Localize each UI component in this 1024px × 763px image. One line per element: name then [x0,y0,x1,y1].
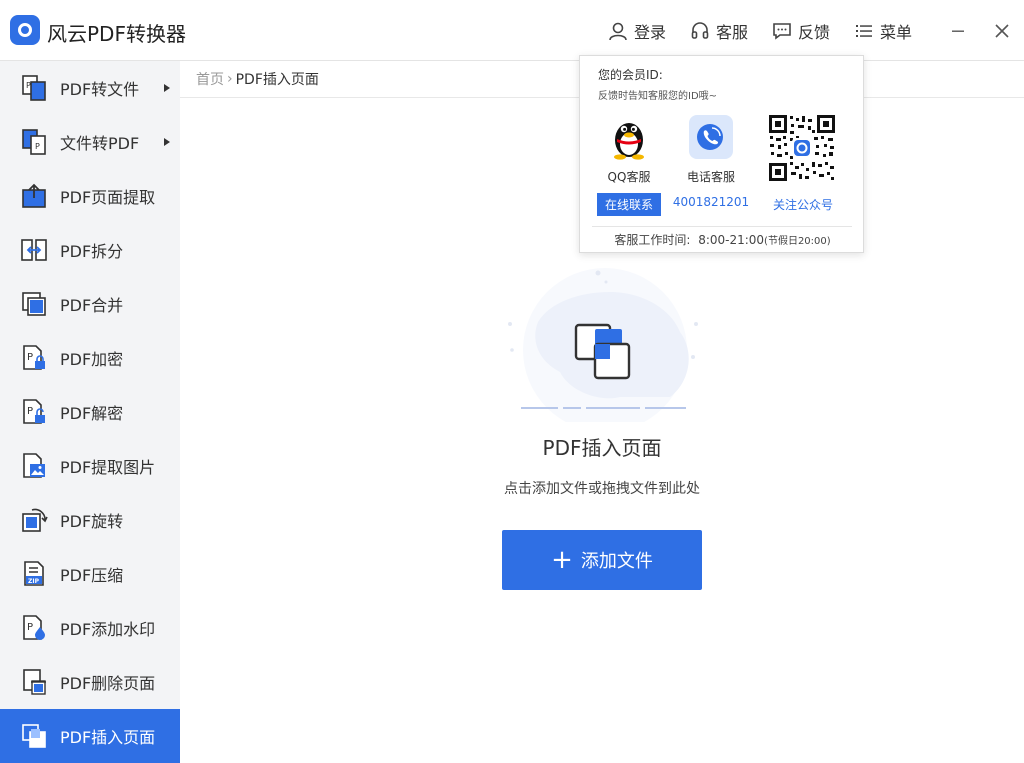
page-extract-icon [22,183,46,208]
pdf-to-file-icon: P [22,75,46,101]
lock-icon: P [23,345,45,370]
qq-service[interactable]: QQ客服 [587,114,671,185]
app-title: 风云PDF转换器 [47,22,186,46]
service-button[interactable]: 客服 [690,16,748,46]
plus-icon: + [551,545,573,575]
sidebar-item-watermark[interactable]: P PDF添加水印 [0,601,180,655]
split-icon [21,239,47,261]
title-bar: 风云PDF转换器 登录 客服 反馈 菜单 [0,0,1024,61]
sidebar: P PDF转文件 P 文件转PDF PDF页面提取 PDF拆分 PDF合并 P … [0,61,180,763]
sidebar-item-merge[interactable]: PDF合并 [0,277,180,331]
qr-code-icon [768,114,836,182]
sidebar-item-compress[interactable]: ZIP PDF压缩 [0,547,180,601]
file-to-pdf-icon: P [22,129,46,155]
sidebar-item-label: 文件转PDF [60,134,140,153]
rotate-icon [22,508,48,532]
chat-icon [773,22,791,40]
service-hours: 客服工作时间: 8:00-21:00(节假日20:00) [580,231,865,248]
sidebar-item-label: PDF提取图片 [60,458,156,477]
sidebar-item-label: PDF解密 [60,404,124,423]
submenu-arrow-icon [164,138,170,146]
qq-service-label: QQ客服 [607,170,651,184]
list-icon [855,24,872,37]
service-popup: 您的会员ID: 反馈时告知客服您的ID哦~ QQ客服 电话客服 在线联系 400… [579,55,864,253]
svg-text:ZIP: ZIP [28,578,40,585]
menu-label: 菜单 [879,22,912,42]
top-actions: 登录 客服 反馈 菜单 [608,0,1024,61]
sidebar-item-label: PDF插入页面 [60,728,156,747]
online-contact-button[interactable]: 在线联系 [597,193,661,216]
service-hours-label: 客服工作时间: [614,233,691,247]
minimize-button[interactable] [936,16,980,46]
zip-icon: ZIP [24,561,44,586]
sidebar-item-label: PDF旋转 [60,512,124,531]
svg-text:P: P [27,622,33,633]
service-hours-value: 8:00-21:00 [698,233,765,247]
drop-hint: 点击添加文件或拖拽文件到此处 [504,481,700,497]
qq-penguin-icon [614,123,644,160]
minimize-icon [952,30,964,32]
sidebar-item-label: PDF页面提取 [60,188,156,207]
follow-official-account-link[interactable]: 关注公众号 [762,196,844,213]
sidebar-item-pdf-to-file[interactable]: P PDF转文件 [0,61,180,115]
popup-divider [592,226,852,227]
sidebar-item-encrypt[interactable]: P PDF加密 [0,331,180,385]
watermark-icon: P [23,615,45,640]
phone-number: 4001821201 [672,195,750,209]
page-title: PDF插入页面 [542,436,662,460]
member-id-tip: 反馈时告知客服您的ID哦~ [598,91,718,102]
phone-service[interactable]: 电话客服 [669,114,753,185]
feedback-label: 反馈 [797,22,830,42]
image-extract-icon [23,453,45,478]
sidebar-item-label: PDF合并 [60,296,124,315]
breadcrumb-current: PDF插入页面 [235,72,319,88]
submenu-arrow-icon [164,84,170,92]
sidebar-item-split[interactable]: PDF拆分 [0,223,180,277]
login-button[interactable]: 登录 [608,16,666,46]
phone-icon [689,115,733,159]
sidebar-item-rotate[interactable]: PDF旋转 [0,493,180,547]
add-file-button[interactable]: + 添加文件 [502,530,702,590]
sidebar-item-file-to-pdf[interactable]: P 文件转PDF [0,115,180,169]
sidebar-item-page-extract[interactable]: PDF页面提取 [0,169,180,223]
sidebar-item-label: PDF删除页面 [60,674,156,693]
svg-text:P: P [35,142,40,151]
merge-icon [22,292,46,316]
drop-zone-illustration [508,268,698,422]
sidebar-item-delete-page[interactable]: PDF删除页面 [0,655,180,709]
feedback-button[interactable]: 反馈 [772,16,830,46]
service-label: 客服 [715,22,748,42]
sidebar-item-label: PDF压缩 [60,566,124,585]
svg-text:P: P [27,352,33,363]
close-icon [995,23,1009,38]
delete-page-icon [23,669,46,695]
menu-button[interactable]: 菜单 [854,16,912,46]
member-id-label: 您的会员ID: [598,68,663,82]
phone-service-label: 电话客服 [686,170,735,184]
sidebar-item-label: PDF添加水印 [60,620,156,639]
login-label: 登录 [633,22,666,42]
user-icon [609,22,627,40]
add-file-label: 添加文件 [580,551,653,572]
insert-page-icon [22,724,46,748]
sidebar-item-label: PDF加密 [60,350,124,369]
sidebar-item-label: PDF转文件 [60,80,140,99]
sidebar-item-label: PDF拆分 [60,242,124,261]
close-button[interactable] [980,16,1024,46]
svg-text:P: P [26,81,31,90]
sidebar-item-decrypt[interactable]: P PDF解密 [0,385,180,439]
app-logo-icon [10,15,40,45]
holiday-hours: (节假日20:00) [764,236,831,247]
wechat-qr-code [760,114,844,186]
breadcrumb-separator: › [227,71,233,87]
breadcrumb-home-link[interactable]: 首页 [196,69,224,89]
sidebar-item-image-extract[interactable]: PDF提取图片 [0,439,180,493]
sidebar-item-insert-page[interactable]: PDF插入页面 [0,709,180,763]
headset-icon [691,21,709,39]
svg-text:P: P [27,406,33,417]
unlock-icon: P [23,399,45,424]
